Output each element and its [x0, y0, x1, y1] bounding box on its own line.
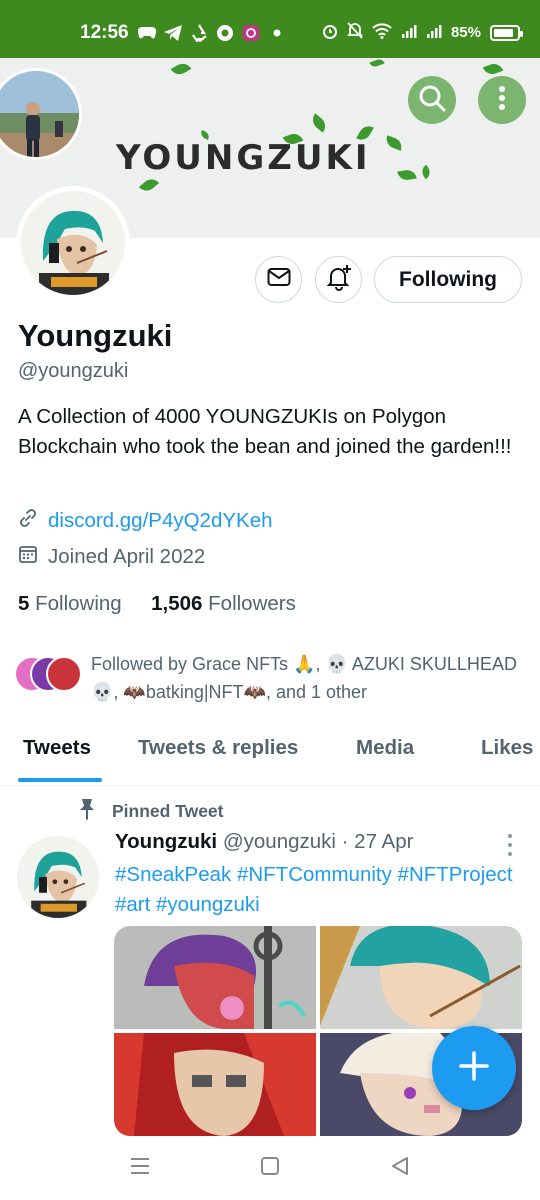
pin-icon: [78, 798, 96, 825]
followers-label: Followers: [208, 592, 296, 615]
tweet-header: Youngzuki @youngzuki · 27 Apr: [115, 830, 413, 854]
recycle-icon: [190, 24, 208, 42]
notifications-button[interactable]: [315, 256, 362, 303]
following-label: Following: [35, 592, 122, 615]
message-button[interactable]: [255, 256, 302, 303]
pinned-tweet-label: Pinned Tweet: [78, 798, 224, 825]
following-count-link[interactable]: 5 Following: [18, 592, 122, 615]
instagram-icon: [242, 24, 260, 42]
search-button[interactable]: [408, 76, 456, 124]
game-controller-icon: [138, 24, 156, 42]
profile-handle: @youngzuki: [18, 360, 129, 382]
tweet-author-avatar[interactable]: [17, 836, 99, 918]
banner-title: YOUNGZUKI: [116, 138, 371, 178]
status-bar: 12:56 85%: [0, 0, 540, 58]
tweet-date: · 27 Apr: [341, 830, 414, 853]
tweet-media-image[interactable]: [114, 926, 316, 1029]
profile-name: Youngzuki: [18, 318, 173, 353]
more-vertical-icon: [498, 85, 506, 116]
bell-plus-icon: [325, 263, 353, 296]
pinned-label-text: Pinned Tweet: [112, 801, 224, 821]
profile-joined-row: Joined April 2022: [18, 544, 205, 570]
signal-icon: [401, 23, 417, 43]
status-time: 12:56: [80, 22, 129, 43]
wifi-icon: [372, 22, 392, 43]
tweet-author-name[interactable]: Youngzuki: [115, 830, 217, 853]
system-navigation-bar: [0, 1136, 540, 1200]
profile-website-link[interactable]: discord.gg/P4yQ2dYKeh: [48, 509, 273, 533]
notification-icons: [138, 24, 286, 42]
active-tab-indicator: [18, 778, 102, 782]
battery-icon: [490, 24, 523, 41]
menu-icon: [129, 1157, 151, 1180]
tweet-more-button[interactable]: [500, 834, 520, 856]
tab-likes[interactable]: Likes: [481, 736, 533, 760]
profile-tabs: Tweets Tweets & replies Media Likes: [0, 722, 540, 786]
followed-by-avatars: [14, 656, 84, 692]
following-button[interactable]: Following: [374, 256, 522, 303]
telegram-icon: [164, 24, 182, 42]
tab-media[interactable]: Media: [356, 736, 414, 760]
tweet-media-image[interactable]: [320, 926, 522, 1029]
joined-date: Joined April 2022: [48, 545, 206, 568]
follow-counts: 5 Following 1,506 Followers: [18, 592, 296, 616]
compose-tweet-button[interactable]: [432, 1026, 516, 1110]
mail-icon: [267, 267, 291, 292]
followers-count-link[interactable]: 1,506 Followers: [151, 592, 296, 615]
signal-icon: [426, 23, 442, 43]
profile-link-row: discord.gg/P4yQ2dYKeh: [18, 508, 273, 534]
followers-count: 1,506: [151, 592, 203, 615]
tab-tweets[interactable]: Tweets: [23, 736, 91, 760]
followed-by-text: Followed by Grace NFTs 🙏, 💀 AZUKI SKULLH…: [91, 654, 517, 702]
calendar-icon: [18, 544, 38, 570]
more-options-button[interactable]: [478, 76, 526, 124]
tweet-author-handle: @youngzuki: [222, 830, 336, 853]
following-count: 5: [18, 592, 30, 615]
banner-photo: [0, 68, 82, 160]
search-icon: [417, 83, 447, 118]
tweet-media-image[interactable]: [114, 1033, 316, 1136]
link-icon: [18, 508, 38, 534]
dot-icon: [268, 24, 286, 42]
profile-bio: A Collection of 4000 YOUNGZUKIs on Polyg…: [18, 405, 512, 458]
system-status: 85%: [322, 22, 523, 43]
tweet-hashtags[interactable]: #SneakPeak #NFTCommunity #NFTProject #ar…: [115, 860, 515, 920]
square-icon: [260, 1156, 280, 1181]
alarm-icon: [322, 23, 338, 43]
back-triangle-icon: [390, 1156, 410, 1181]
plus-icon: [458, 1050, 490, 1087]
battery-percent: 85%: [450, 24, 481, 41]
tab-tweets-replies[interactable]: Tweets & replies: [138, 736, 298, 760]
back-button[interactable]: [388, 1156, 412, 1180]
mute-bell-icon: [346, 22, 364, 43]
home-button[interactable]: [258, 1156, 282, 1180]
profile-avatar[interactable]: [16, 186, 130, 300]
chrome-icon: [216, 24, 234, 42]
avatar: [46, 656, 82, 692]
recent-apps-button[interactable]: [128, 1156, 152, 1180]
